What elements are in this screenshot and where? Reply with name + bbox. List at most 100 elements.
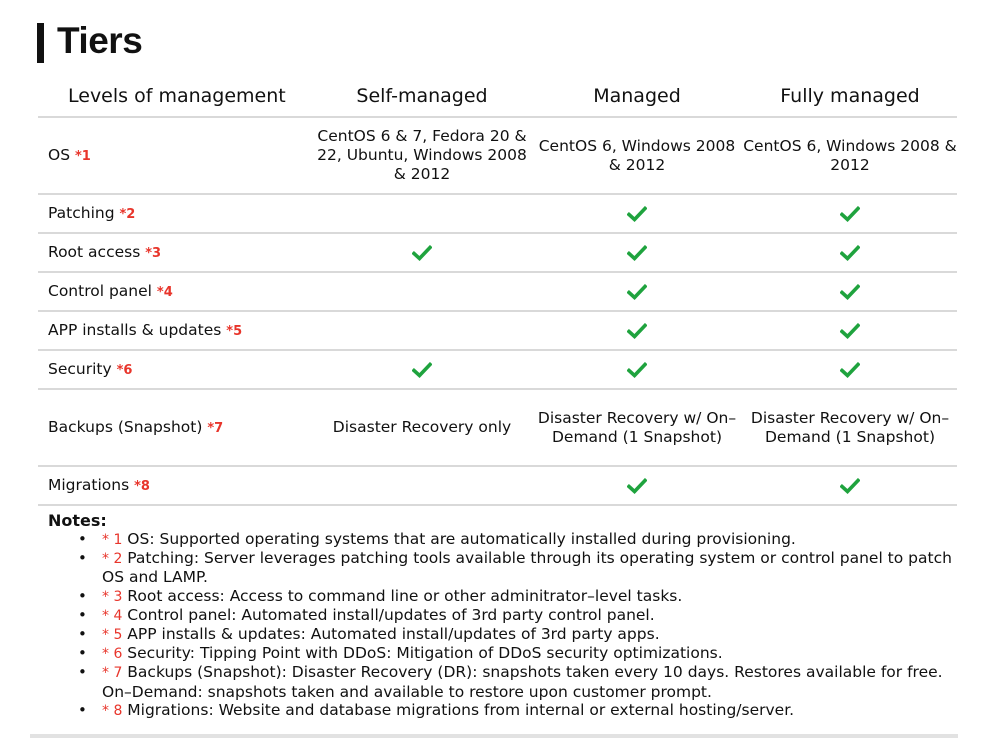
tier-value-text: CentOS 6 & 7, Fedora 20 & 22, Ubuntu, Wi… [317, 127, 527, 183]
note-ref: * 7 [102, 665, 123, 682]
check-icon [627, 205, 647, 222]
note-text: Patching: Server leverages patching tool… [102, 549, 952, 587]
table-row: Root access *3 [38, 233, 957, 273]
tier-empty-cell [313, 311, 531, 351]
note-item: * 3 Root access: Access to command line … [78, 586, 958, 606]
table-row: OS *1 CentOS 6 & 7, Fedora 20 & 22, Ubunt… [38, 117, 957, 195]
tier-empty-cell [313, 272, 531, 312]
note-text: Root access: Access to command line or o… [122, 586, 683, 605]
tier-check-cell [531, 233, 743, 273]
note-text: APP installs & updates: Automated instal… [122, 625, 660, 644]
table-row: Control panel *4 [38, 272, 957, 312]
tier-value-cell: Disaster Recovery only [313, 389, 531, 467]
header-self-managed: Self-managed [313, 76, 531, 118]
feature-label: Backups (Snapshot) [48, 417, 203, 436]
tier-check-cell [743, 194, 957, 234]
page-title-block: Tiers [37, 18, 143, 64]
tier-value-cell: CentOS 6, Windows 2008 & 2012 [531, 117, 743, 195]
tier-empty-cell [313, 466, 531, 506]
note-ref: * 4 [102, 607, 123, 624]
check-icon [840, 477, 860, 494]
note-text: Control panel: Automated install/updates… [122, 605, 655, 624]
feature-label: Control panel [48, 281, 152, 300]
feature-label: Patching [48, 203, 115, 222]
note-ref: * 1 [102, 532, 123, 548]
table-row: Migrations *8 [38, 466, 957, 506]
footnote-ref: *2 [119, 206, 136, 222]
feature-label: Security [48, 359, 112, 378]
table-row: Patching *2 [38, 194, 957, 234]
tier-check-cell [531, 466, 743, 506]
tier-check-cell [531, 194, 743, 234]
check-icon [627, 244, 647, 261]
tier-value-cell: CentOS 6 & 7, Fedora 20 & 22, Ubuntu, Wi… [313, 117, 531, 195]
note-text: Migrations: Website and database migrati… [122, 700, 795, 719]
bottom-divider [30, 734, 958, 738]
notes-title: Notes: [48, 511, 107, 530]
note-item: * 4 Control panel: Automated install/upd… [78, 605, 958, 625]
tier-check-cell [531, 350, 743, 390]
check-icon [627, 361, 647, 378]
tier-value-cell: Disaster Recovery w/ On–Demand (1 Snapsh… [531, 389, 743, 467]
notes-section: Notes: * 1 OS: Supported operating syste… [48, 511, 958, 720]
header-levels-of-management: Levels of management [38, 76, 313, 118]
tiers-table: Levels of management Self-managed Manage… [38, 76, 957, 506]
check-icon [840, 205, 860, 222]
footnote-ref: *3 [145, 245, 162, 261]
note-ref: * 3 [102, 588, 123, 605]
feature-cell: Backups (Snapshot) *7 [38, 389, 313, 467]
tier-check-cell [743, 233, 957, 273]
feature-cell: APP installs & updates *5 [38, 311, 313, 351]
check-icon [627, 322, 647, 339]
check-icon [412, 361, 432, 378]
tier-check-cell [743, 311, 957, 351]
feature-cell: OS *1 [38, 117, 313, 195]
footnote-ref: *1 [74, 148, 91, 164]
tier-value-text: CentOS 6, Windows 2008 & 2012 [538, 136, 736, 174]
note-text: Backups (Snapshot): Disaster Recovery (D… [102, 663, 943, 701]
note-ref: * 8 [102, 702, 123, 719]
feature-cell: Root access *3 [38, 233, 313, 273]
footnote-ref: *6 [116, 362, 133, 378]
check-icon [840, 322, 860, 339]
note-item: * 5 APP installs & updates: Automated in… [78, 625, 958, 644]
feature-label: Migrations [48, 475, 130, 494]
note-item: * 8 Migrations: Website and database mig… [78, 700, 958, 720]
check-icon [627, 283, 647, 300]
note-ref: * 5 [102, 627, 123, 644]
tier-check-cell [313, 350, 531, 390]
feature-label: OS [48, 145, 71, 164]
tier-empty-cell [313, 194, 531, 234]
tier-check-cell [531, 311, 743, 351]
feature-label: APP installs & updates [48, 320, 222, 339]
title-accent-bar [37, 23, 44, 63]
feature-label: Root access [48, 242, 141, 261]
feature-cell: Patching *2 [38, 194, 313, 234]
notes-list: * 1 OS: Supported operating systems that… [48, 530, 958, 720]
tier-value-cell: CentOS 6, Windows 2008 & 2012 [743, 117, 957, 195]
table-header-row: Levels of management Self-managed Manage… [38, 76, 957, 118]
feature-cell: Migrations *8 [38, 466, 313, 506]
check-icon [412, 244, 432, 261]
feature-cell: Control panel *4 [38, 272, 313, 312]
table-row: Backups (Snapshot) *7 Disaster Recovery o… [38, 389, 957, 467]
page-title: Tiers [57, 20, 143, 61]
note-item: * 7 Backups (Snapshot): Disaster Recover… [78, 663, 958, 701]
note-item: * 6 Security: Tipping Point with DDoS: M… [78, 644, 958, 663]
tiers-table-body: OS *1 CentOS 6 & 7, Fedora 20 & 22, Ubunt… [38, 117, 957, 506]
table-row: APP installs & updates *5 [38, 311, 957, 351]
footnote-ref: *5 [226, 323, 243, 339]
tier-value-cell: Disaster Recovery w/ On–Demand (1 Snapsh… [743, 389, 957, 467]
tier-value-text: Disaster Recovery only [332, 418, 512, 436]
note-item: * 1 OS: Supported operating systems that… [78, 530, 958, 549]
tier-value-text: Disaster Recovery w/ On–Demand (1 Snapsh… [750, 408, 950, 446]
header-fully-managed: Fully managed [743, 76, 957, 118]
tier-check-cell [531, 272, 743, 312]
footnote-ref: *8 [134, 478, 150, 494]
feature-cell: Security *6 [38, 350, 313, 390]
note-ref: * 6 [102, 646, 123, 663]
footnote-ref: *4 [156, 284, 173, 300]
note-text: OS: Supported operating systems that are… [122, 530, 796, 548]
tier-value-text: CentOS 6, Windows 2008 & 2012 [743, 136, 957, 174]
tier-check-cell [743, 350, 957, 390]
